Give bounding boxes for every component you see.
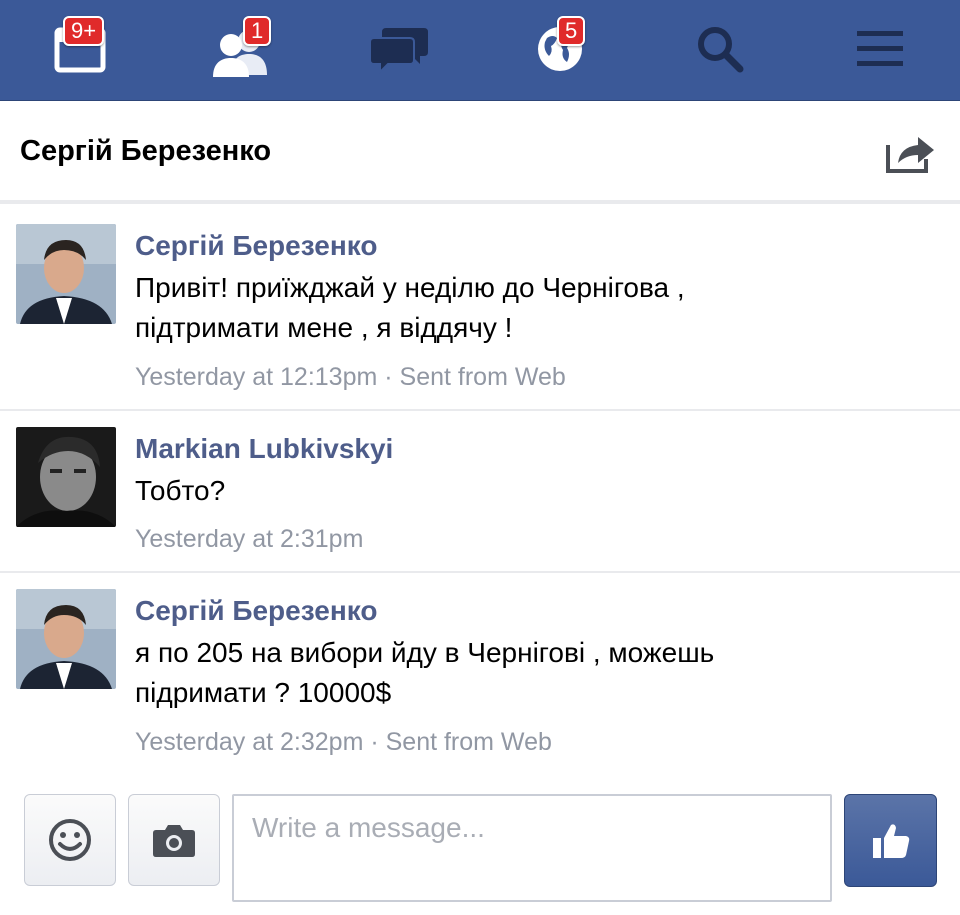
message-line: підримати ? 10000$ [135, 677, 392, 708]
message-item: Markian Lubkivskyi Тобто? Yesterday at 2… [0, 411, 960, 573]
message-text: я по 205 на вибори йду в Чернігові , мож… [135, 633, 915, 713]
friends-badge: 1 [243, 16, 272, 46]
avatar[interactable] [16, 224, 116, 324]
share-icon [886, 137, 934, 173]
message-line: Тобто? [135, 475, 226, 506]
friends-button[interactable]: 1 [205, 14, 275, 84]
conversation-header: Сергій Березенко [0, 101, 960, 204]
message-meta: Yesterday at 12:13pm · Sent from Web [135, 363, 566, 391]
message-item: Сергій Березенко я по 205 на вибори йду … [0, 573, 960, 775]
message-item: Сергій Березенко Привіт! приїжджай у нед… [0, 208, 960, 411]
sender-avatar-image [16, 224, 116, 324]
share-button[interactable] [884, 131, 936, 175]
message-line: Привіт! приїжджай у неділю до Чернігова … [135, 272, 685, 303]
friend-requests-badge: 9+ [63, 16, 105, 46]
search-icon [698, 27, 744, 73]
message-text: Тобто? [135, 471, 915, 511]
sender-avatar-image [16, 589, 116, 689]
emoji-button[interactable] [24, 794, 116, 886]
menu-button[interactable] [845, 14, 915, 84]
sender-name[interactable]: Markian Lubkivskyi [135, 433, 393, 465]
camera-button[interactable] [128, 794, 220, 886]
notifications-badge: 5 [557, 16, 586, 46]
messages-button[interactable] [365, 14, 435, 84]
avatar[interactable] [16, 589, 116, 689]
message-line: підтримати мене , я віддячу ! [135, 312, 513, 343]
sender-name[interactable]: Сергій Березенко [135, 595, 377, 627]
notifications-button[interactable]: 5 [525, 14, 595, 84]
conversation-title: Сергій Березенко [20, 135, 272, 167]
message-text: Привіт! приїжджай у неділю до Чернігова … [135, 268, 915, 348]
search-button[interactable] [685, 14, 755, 84]
camera-icon [153, 825, 195, 857]
thumbs-up-icon [872, 823, 909, 858]
sender-name[interactable]: Сергій Березенко [135, 230, 377, 262]
avatar[interactable] [16, 427, 116, 527]
message-input[interactable] [232, 794, 832, 902]
message-line: я по 205 на вибори йду в Чернігові , мож… [135, 637, 715, 668]
smiley-icon [49, 819, 91, 861]
friend-requests-button[interactable]: 9+ [45, 14, 115, 84]
message-meta: Yesterday at 2:31pm [135, 525, 364, 553]
top-nav-bar: 9+ 1 5 [0, 0, 960, 101]
message-meta: Yesterday at 2:32pm · Sent from Web [135, 728, 552, 756]
menu-icon [857, 31, 903, 66]
sender-avatar-image [16, 427, 116, 527]
like-button[interactable] [844, 794, 937, 887]
messages-icon [370, 28, 428, 74]
